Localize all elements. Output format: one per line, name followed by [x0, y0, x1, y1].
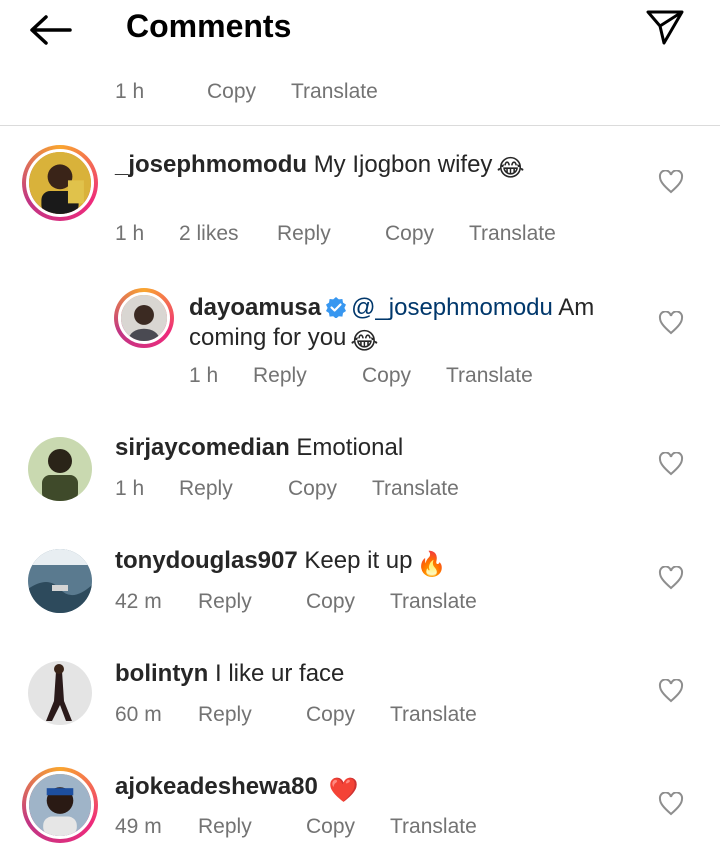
fire-emoji-icon: 🔥 — [416, 551, 447, 578]
comment-meta-row: 49 m Reply Copy Translate — [0, 815, 720, 841]
reply-button[interactable]: Reply — [198, 815, 252, 839]
comment-meta-row: 60 m Reply Copy Translate — [0, 703, 720, 729]
like-heart-icon[interactable] — [658, 566, 684, 590]
comment-body: My Ijogbon wifey — [313, 151, 493, 178]
caption-meta-row: 1 h Copy Translate — [0, 80, 720, 106]
translate-button[interactable]: Translate — [469, 222, 556, 246]
comment-meta-row: 1 h 2 likes Reply Copy Translate — [0, 222, 720, 248]
comment-username[interactable]: sirjaycomedian — [115, 434, 290, 461]
copy-button[interactable]: Copy — [288, 477, 337, 501]
verified-badge-icon — [326, 297, 347, 318]
comment-meta-row: 1 h Reply Copy Translate — [0, 364, 720, 390]
back-arrow-icon[interactable] — [28, 12, 72, 48]
comment-username[interactable]: dayoamusa — [189, 294, 321, 321]
comment-meta-row: 42 m Reply Copy Translate — [0, 590, 720, 616]
translate-button[interactable]: Translate — [446, 364, 533, 388]
like-heart-icon[interactable] — [658, 170, 684, 194]
avatar[interactable] — [22, 145, 98, 221]
comment-time: 60 m — [115, 703, 162, 726]
divider — [0, 125, 720, 126]
laughing-emoji-icon: 😂 — [496, 155, 525, 182]
comment-username[interactable]: _josephmomodu — [115, 151, 307, 178]
caption-copy-button[interactable]: Copy — [207, 80, 256, 104]
reply-button[interactable]: Reply — [253, 364, 307, 388]
like-heart-icon[interactable] — [658, 679, 684, 703]
comment-text: sirjaycomedian Emotional — [115, 433, 635, 463]
like-heart-icon[interactable] — [658, 452, 684, 476]
reply-button[interactable]: Reply — [198, 590, 252, 614]
comment-body: Am — [558, 294, 595, 321]
caption-time: 1 h — [115, 80, 145, 103]
comment-time: 1 h — [189, 364, 219, 387]
avatar[interactable] — [114, 288, 174, 348]
copy-button[interactable]: Copy — [385, 222, 434, 246]
page-title: Comments — [126, 8, 292, 44]
red-heart-emoji-icon: ❤️ — [328, 777, 359, 804]
comment-text: ajokeadeshewa80 ❤️ — [115, 772, 635, 806]
reply-button[interactable]: Reply — [198, 703, 252, 727]
comment-body: Keep it up — [304, 547, 413, 574]
reply-text: dayoamusa @_josephmomodu Am coming for yo… — [189, 293, 649, 357]
comment-body: I like ur face — [215, 660, 345, 687]
send-icon[interactable] — [644, 6, 686, 48]
comment-time: 1 h — [115, 222, 145, 245]
copy-button[interactable]: Copy — [362, 364, 411, 388]
comment-time: 1 h — [115, 477, 145, 500]
copy-button[interactable]: Copy — [306, 703, 355, 727]
comment-text: bolintyn I like ur face — [115, 659, 635, 689]
comment-username[interactable]: tonydouglas907 — [115, 547, 298, 574]
translate-button[interactable]: Translate — [390, 815, 477, 839]
translate-button[interactable]: Translate — [372, 477, 459, 501]
laughing-emoji-icon: 😂 — [350, 328, 379, 355]
comment-username[interactable]: ajokeadeshewa80 — [115, 773, 318, 800]
comment-body-line2: coming for you — [189, 324, 347, 351]
likes-count[interactable]: 2 likes — [179, 222, 239, 246]
mention-link[interactable]: @_josephmomodu — [351, 294, 553, 321]
comment-body: Emotional — [296, 434, 404, 461]
comment-time: 49 m — [115, 815, 162, 838]
comment-username[interactable]: bolintyn — [115, 660, 208, 687]
comment-meta-row: 1 h Reply Copy Translate — [0, 477, 720, 503]
translate-button[interactable]: Translate — [390, 590, 477, 614]
comment-text: tonydouglas907 Keep it up 🔥 — [115, 546, 635, 580]
comment-time: 42 m — [115, 590, 162, 613]
copy-button[interactable]: Copy — [306, 590, 355, 614]
copy-button[interactable]: Copy — [306, 815, 355, 839]
caption-translate-button[interactable]: Translate — [291, 80, 378, 104]
like-heart-icon[interactable] — [658, 311, 684, 335]
translate-button[interactable]: Translate — [390, 703, 477, 727]
reply-button[interactable]: Reply — [277, 222, 331, 246]
header-bar: Comments — [0, 0, 720, 60]
comment-text: _josephmomodu My Ijogbon wifey 😂 — [115, 150, 635, 184]
like-heart-icon[interactable] — [658, 792, 684, 816]
reply-button[interactable]: Reply — [179, 477, 233, 501]
